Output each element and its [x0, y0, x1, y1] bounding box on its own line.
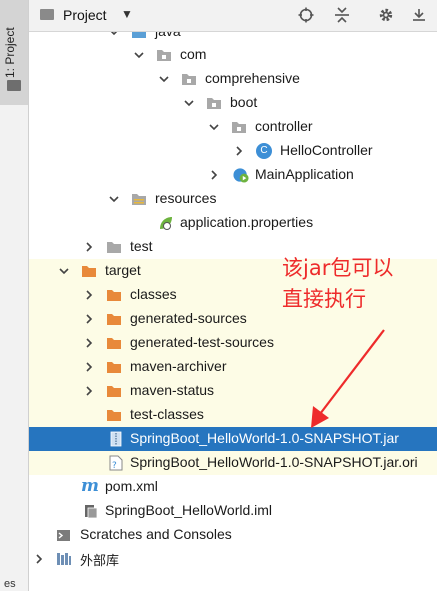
- tree-item-label: SpringBoot_HelloWorld-1.0-SNAPSHOT.jar: [130, 430, 399, 446]
- folder-icon: [7, 80, 21, 91]
- collapse-all-icon[interactable]: [332, 5, 352, 25]
- chevron-right-icon[interactable]: [33, 553, 45, 565]
- chevron-right-icon[interactable]: [83, 337, 95, 349]
- chevron-right-icon[interactable]: [233, 145, 245, 157]
- tree-item-comprehensive[interactable]: comprehensive: [29, 67, 437, 91]
- tree-item-label: SpringBoot_HelloWorld-1.0-SNAPSHOT.jar.o…: [130, 454, 418, 470]
- class-icon: C: [256, 143, 272, 159]
- project-view-selector[interactable]: Project: [63, 7, 107, 23]
- tree-item-test-classes[interactable]: test-classes: [29, 403, 437, 427]
- package-icon: [157, 50, 171, 61]
- locate-icon[interactable]: [296, 5, 316, 25]
- excluded-folder-icon: [107, 386, 121, 397]
- module-file-icon: [85, 505, 98, 519]
- structure-tab-label[interactable]: es: [4, 578, 16, 590]
- chevron-down-icon[interactable]: [108, 32, 120, 38]
- project-tab-label: 1: Project: [3, 27, 17, 78]
- tree-item-maven-archiver[interactable]: maven-archiver: [29, 355, 437, 379]
- library-icon: [57, 553, 71, 565]
- tree-item-application-properties[interactable]: application.properties: [29, 211, 437, 235]
- tree-item-controller[interactable]: controller: [29, 115, 437, 139]
- folder-icon: [107, 242, 121, 253]
- tree-item-label: resources: [155, 190, 217, 206]
- chevron-down-icon[interactable]: [158, 73, 170, 85]
- tree-item-mainapplication[interactable]: MainApplication: [29, 163, 437, 187]
- tree-item-hellocontroller[interactable]: C HelloController: [29, 139, 437, 163]
- tree-item-label: target: [105, 262, 141, 278]
- spring-properties-icon: [160, 217, 172, 230]
- tree-item-label: java: [155, 32, 181, 39]
- annotation-line-2: 直接执行: [282, 287, 366, 311]
- tree-item-generated-test-sources[interactable]: generated-test-sources: [29, 331, 437, 355]
- tree-item-snapshot-jar-original[interactable]: ? SpringBoot_HelloWorld-1.0-SNAPSHOT.jar…: [29, 451, 437, 475]
- resources-folder-icon: [132, 194, 146, 205]
- chevron-down-icon[interactable]: [133, 49, 145, 61]
- tree-item-label: com: [180, 46, 207, 62]
- project-header: Project ▼: [29, 0, 437, 32]
- chevron-down-icon[interactable]: [183, 97, 195, 109]
- tree-item-label: MainApplication: [255, 166, 354, 182]
- source-folder-icon: [132, 32, 146, 38]
- tree-item-label: application.properties: [180, 214, 314, 230]
- maven-icon: m: [81, 476, 99, 496]
- unknown-file-icon: ?: [109, 455, 123, 471]
- tree-item-label: controller: [255, 118, 313, 134]
- jar-icon: [110, 431, 122, 447]
- excluded-folder-icon: [82, 266, 96, 277]
- tool-window-bar: 1: Project es: [0, 0, 29, 591]
- chevron-down-icon[interactable]: ▼: [121, 7, 133, 21]
- annotation-text: 该jar包可以 直接执行: [282, 253, 393, 315]
- tree-item-com[interactable]: com: [29, 43, 437, 67]
- package-icon: [182, 74, 196, 85]
- spring-boot-class-icon: [233, 168, 249, 183]
- tree-item-label: SpringBoot_HelloWorld.iml: [105, 502, 273, 518]
- chevron-down-icon[interactable]: [208, 121, 220, 133]
- tree-item-label: 外部库: [80, 554, 120, 569]
- excluded-folder-icon: [107, 362, 121, 373]
- chevron-down-icon[interactable]: [58, 265, 70, 277]
- chevron-right-icon[interactable]: [83, 313, 95, 325]
- package-icon: [232, 122, 246, 133]
- tree-item-label: generated-sources: [130, 310, 247, 326]
- scratches-icon: [57, 530, 70, 541]
- chevron-right-icon[interactable]: [208, 169, 220, 181]
- tree-item-label: HelloController: [280, 142, 373, 158]
- tree-item-external-libraries[interactable]: 外部库: [29, 547, 437, 571]
- tree-item-scratches[interactable]: Scratches and Consoles: [29, 523, 437, 547]
- gear-icon[interactable]: [376, 5, 396, 25]
- tree-item-label: maven-archiver: [130, 358, 227, 374]
- tree-item-boot[interactable]: boot: [29, 91, 437, 115]
- tree-item-label: generated-test-sources: [130, 334, 274, 350]
- tree-item-resources[interactable]: resources: [29, 187, 437, 211]
- package-icon: [207, 98, 221, 109]
- chevron-right-icon[interactable]: [83, 385, 95, 397]
- project-folder-icon: [40, 9, 54, 20]
- tree-item-label: maven-status: [130, 382, 215, 398]
- project-tool-tab[interactable]: 1: Project: [0, 0, 28, 105]
- tree-item-label: comprehensive: [205, 70, 300, 86]
- excluded-folder-icon: [107, 410, 121, 421]
- tree-item-pom-xml[interactable]: m pom.xml: [29, 475, 437, 499]
- tree-item-label: classes: [130, 286, 177, 302]
- tree-item-label: Scratches and Consoles: [80, 526, 232, 542]
- tree-item-snapshot-jar[interactable]: SpringBoot_HelloWorld-1.0-SNAPSHOT.jar: [29, 427, 437, 451]
- tree-item-label: pom.xml: [105, 478, 158, 494]
- tree-item-iml[interactable]: SpringBoot_HelloWorld.iml: [29, 499, 437, 523]
- chevron-right-icon[interactable]: [83, 241, 95, 253]
- excluded-folder-icon: [107, 314, 121, 325]
- hide-panel-icon[interactable]: [409, 5, 429, 25]
- excluded-folder-icon: [107, 290, 121, 301]
- tree-item-label: test: [130, 238, 153, 254]
- annotation-line-1: 该jar包可以: [282, 256, 394, 280]
- chevron-right-icon[interactable]: [83, 361, 95, 373]
- tree-item-label: test-classes: [130, 406, 204, 422]
- tree-item-maven-status[interactable]: maven-status: [29, 379, 437, 403]
- chevron-right-icon[interactable]: [83, 289, 95, 301]
- svg-text:?: ?: [112, 461, 117, 471]
- tree-item-label: boot: [230, 94, 258, 110]
- chevron-down-icon[interactable]: [108, 193, 120, 205]
- excluded-folder-icon: [107, 338, 121, 349]
